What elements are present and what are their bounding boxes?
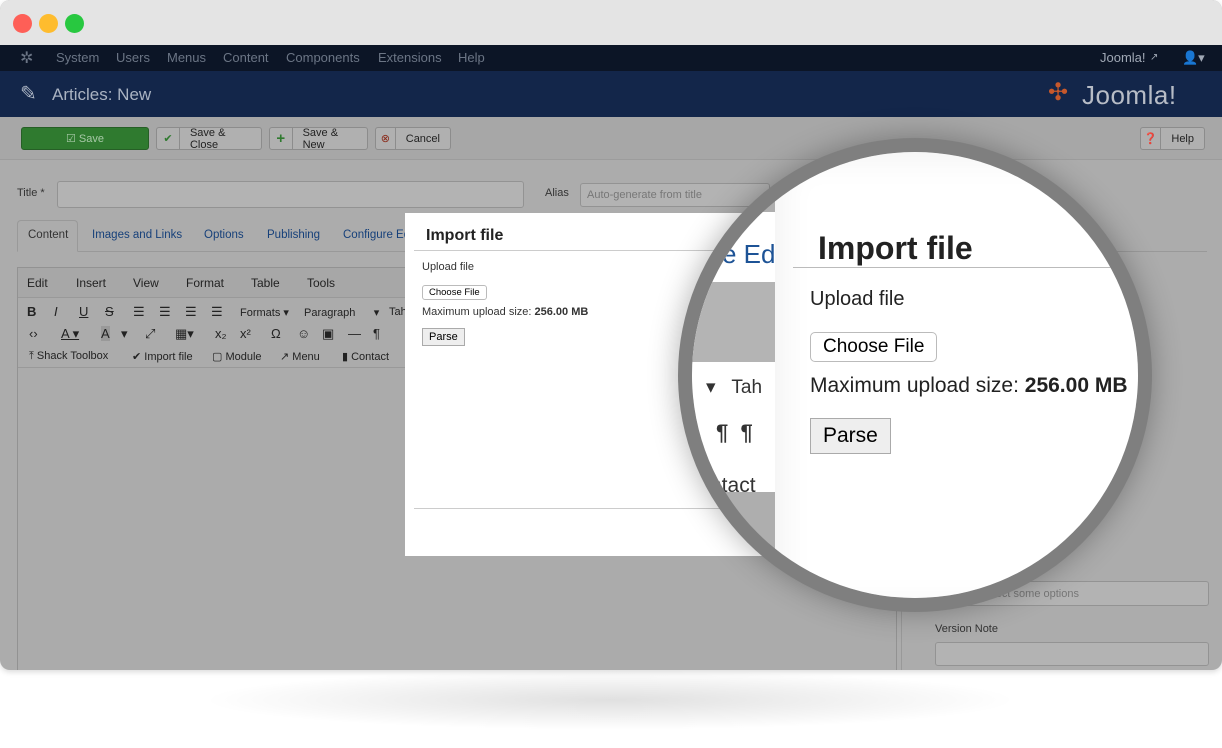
- underline-icon[interactable]: U: [79, 304, 88, 319]
- alias-input[interactable]: Auto-generate from title: [580, 183, 770, 207]
- title-input[interactable]: [57, 181, 524, 208]
- help-button[interactable]: ❓ Help: [1140, 127, 1205, 150]
- horizontal-rule-icon[interactable]: —: [348, 326, 361, 341]
- tab-content[interactable]: Content: [28, 229, 68, 241]
- pencil-icon: ✎: [20, 83, 37, 105]
- menu-tools[interactable]: Tools: [307, 276, 335, 290]
- omega-icon[interactable]: Ω: [271, 326, 281, 341]
- save-close-button[interactable]: ✔ Save & Close: [156, 127, 262, 151]
- alias-label: Alias: [545, 187, 569, 199]
- modal-title: Import file: [426, 227, 504, 244]
- tab-publishing[interactable]: Publishing: [267, 229, 320, 241]
- tab-configure-editor[interactable]: Configure Ed: [343, 229, 410, 241]
- version-note-label: Version Note: [935, 623, 998, 635]
- magnifier-lens: e Ed ▾ Tah ¶ ¶ ntact Import file Upload …: [692, 152, 1138, 598]
- formats-dropdown[interactable]: Formats ▾: [240, 306, 289, 319]
- bold-icon[interactable]: B: [27, 304, 36, 319]
- magnified-tab: e Ed: [722, 239, 776, 269]
- title-bar: [0, 0, 1222, 45]
- save-button[interactable]: ☑ Save: [21, 127, 149, 150]
- align-right-icon[interactable]: ☰: [185, 304, 197, 320]
- nav-menus[interactable]: Menus: [167, 50, 206, 65]
- nav-system[interactable]: System: [56, 50, 99, 65]
- magnified-toolbar: [692, 282, 775, 362]
- text-color-icon[interactable]: A ▾: [61, 326, 79, 342]
- version-note-input[interactable]: [935, 642, 1209, 666]
- menu-insert[interactable]: Insert: [76, 276, 106, 290]
- joomla-icon[interactable]: ✲: [20, 48, 33, 68]
- maximize-window-button[interactable]: [65, 14, 84, 33]
- top-nav: ✲ System Users Menus Content Components …: [0, 45, 1222, 71]
- align-center-icon[interactable]: ☰: [159, 304, 171, 320]
- choose-file-button[interactable]: Choose File: [422, 285, 487, 300]
- menu-view[interactable]: View: [133, 276, 159, 290]
- joomla-logo-icon: ✣: [1048, 79, 1069, 106]
- emoticon-icon[interactable]: ☺: [297, 326, 310, 341]
- nav-components[interactable]: Components: [286, 50, 360, 65]
- menu-edit[interactable]: Edit: [27, 276, 48, 290]
- shack-toolbox-button[interactable]: ⤒ Shack Toolbox: [29, 350, 108, 363]
- paragraph-ltr-icon[interactable]: ¶: [373, 326, 380, 341]
- page-header: ✎ Articles: New ✣ Joomla!: [0, 71, 1222, 117]
- justify-icon[interactable]: ☰: [211, 304, 223, 320]
- nav-users[interactable]: Users: [116, 50, 150, 65]
- browser-window: ✲ System Users Menus Content Components …: [0, 0, 1222, 670]
- align-left-icon[interactable]: ☰: [133, 304, 145, 320]
- magnified-modal: Import file Upload file Choose File Maxi…: [775, 152, 1138, 598]
- save-new-button[interactable]: + Save & New: [269, 127, 368, 151]
- paragraph-dropdown[interactable]: Paragraph ▾: [304, 306, 379, 319]
- code-icon[interactable]: ‹›: [29, 326, 38, 341]
- fullscreen-icon[interactable]: ⤢: [145, 326, 155, 342]
- magnified-font-dropdown: ▾ Tah: [706, 377, 763, 398]
- menu-format[interactable]: Format: [186, 276, 224, 290]
- close-window-button[interactable]: [13, 14, 32, 33]
- nav-extensions[interactable]: Extensions: [378, 50, 442, 65]
- minimize-window-button[interactable]: [39, 14, 58, 33]
- strikethrough-icon[interactable]: S: [105, 304, 114, 319]
- magnified-paragraph-icon: ¶ ¶: [716, 420, 753, 445]
- magnifier: e Ed ▾ Tah ¶ ¶ ntact Import file Upload …: [678, 138, 1152, 612]
- joomla-logo: Joomla!: [1082, 80, 1177, 110]
- import-file-button[interactable]: ✔ Import file: [132, 350, 193, 363]
- magnified-upload-label: Upload file: [810, 288, 905, 310]
- menu-table[interactable]: Table: [251, 276, 280, 290]
- parse-button[interactable]: Parse: [422, 328, 465, 346]
- magnified-modal-title: Import file: [818, 230, 973, 266]
- tab-images-links[interactable]: Images and Links: [92, 229, 182, 241]
- tab-options[interactable]: Options: [204, 229, 244, 241]
- page-title: Articles: New: [52, 85, 152, 104]
- plus-icon: +: [270, 128, 293, 149]
- external-link-icon: ↗: [1150, 52, 1159, 63]
- check-icon: ✔: [157, 128, 180, 149]
- site-link[interactable]: Joomla!: [1100, 50, 1146, 65]
- max-upload-size: Maximum upload size: 256.00 MB: [422, 306, 589, 318]
- magnified-parse-button[interactable]: Parse: [810, 418, 891, 454]
- title-label: Title *: [17, 187, 45, 199]
- media-icon[interactable]: ▣: [322, 326, 334, 342]
- superscript-icon[interactable]: x²: [240, 326, 251, 341]
- subscript-icon[interactable]: x₂: [215, 326, 227, 341]
- edit-icon: ☑: [66, 133, 79, 145]
- menu-button[interactable]: ↗ Menu: [280, 350, 320, 363]
- cancel-icon: ⊗: [376, 128, 396, 149]
- module-button[interactable]: ▢ Module: [212, 350, 262, 363]
- magnified-contact: ntact: [710, 474, 756, 497]
- italic-icon[interactable]: I: [54, 304, 58, 319]
- magnified-max-upload-size: Maximum upload size: 256.00 MB: [810, 374, 1128, 397]
- chevron-down-icon[interactable]: ▾: [121, 326, 128, 342]
- question-icon: ❓: [1141, 128, 1162, 149]
- window-shadow: [200, 670, 1020, 730]
- contact-button[interactable]: ▮ Contact: [342, 350, 389, 363]
- cancel-button[interactable]: ⊗ Cancel: [375, 127, 451, 150]
- upload-file-label: Upload file: [422, 261, 474, 273]
- background-color-icon[interactable]: A: [101, 326, 110, 341]
- magnified-choose-file-button[interactable]: Choose File: [810, 332, 938, 362]
- nav-help[interactable]: Help: [458, 50, 485, 65]
- nav-content[interactable]: Content: [223, 50, 269, 65]
- table-icon[interactable]: ▦▾: [175, 326, 194, 342]
- magnified-divider: [793, 267, 1138, 268]
- user-icon[interactable]: 👤▾: [1182, 50, 1205, 66]
